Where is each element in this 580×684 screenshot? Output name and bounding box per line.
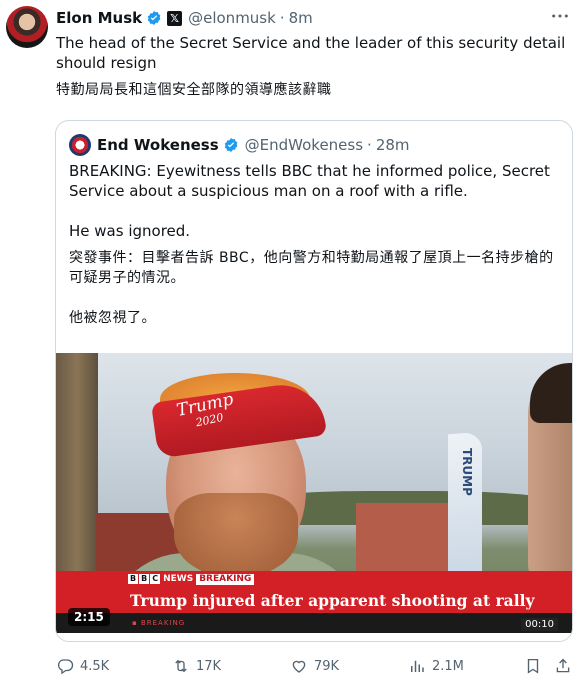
more-icon[interactable] <box>550 8 570 24</box>
verified-badge-icon <box>146 10 162 26</box>
bbc-logo-b2: B <box>139 574 150 584</box>
bookmark-button[interactable] <box>524 654 548 678</box>
like-count: 79K <box>314 658 340 674</box>
bbc-logo-c: C <box>150 574 161 584</box>
quote-text-ignored: He was ignored. <box>69 222 191 240</box>
news-tag: NEWS <box>163 574 194 584</box>
separator-dot: · <box>279 9 285 27</box>
broadcast-clock: 00:10 <box>521 618 558 631</box>
flag-text: TRUMP <box>460 448 474 496</box>
share-button[interactable] <box>554 654 578 678</box>
verified-badge-icon <box>223 137 239 153</box>
action-bar: 4.5K 17K 79K 2.1M <box>52 654 574 678</box>
tweet: Elon Musk 𝕏 @elonmusk · 8m The head of t… <box>0 0 580 684</box>
quoted-tweet[interactable]: End Wokeness @EndWokeness · 28m BREAKING… <box>55 120 573 642</box>
strip-text: ▪ BREAKING <box>132 619 186 627</box>
like-icon <box>292 660 306 673</box>
second-person-hair <box>530 363 572 423</box>
quote-time[interactable]: 28m <box>376 136 410 154</box>
video-player[interactable]: TRUMP Trump 2020 B B C NEWS BREAKING Tru… <box>56 353 572 633</box>
views-button[interactable]: 2.1M <box>408 654 464 678</box>
bookmark-icon <box>527 658 539 674</box>
reply-icon <box>57 659 74 675</box>
repost-count: 17K <box>196 658 222 674</box>
quote-author-handle[interactable]: @EndWokeness <box>245 136 363 154</box>
share-icon <box>556 658 570 673</box>
reply-button[interactable]: 4.5K <box>56 654 109 678</box>
man-beard <box>174 493 298 578</box>
tweet-header: Elon Musk 𝕏 @elonmusk · 8m <box>56 7 313 29</box>
post-time[interactable]: 8m <box>289 9 313 27</box>
quote-author-name[interactable]: End Wokeness <box>97 136 219 154</box>
views-count: 2.1M <box>432 658 464 674</box>
tweet-text-zh: 特勤局局長和這個安全部隊的領導應該辭職 <box>56 82 332 98</box>
bbc-news-label: B B C NEWS BREAKING <box>128 573 255 585</box>
repost-button[interactable]: 17K <box>172 654 221 678</box>
views-icon <box>411 660 424 672</box>
news-headline: Trump injured after apparent shooting at… <box>130 591 535 610</box>
x-affiliate-icon: 𝕏 <box>167 10 183 26</box>
bbc-logo-b1: B <box>128 574 139 584</box>
breaking-tag: BREAKING <box>196 573 255 585</box>
quote-text-zh-breaking: 突發事件：目擊者告訴 BBC，他向警方和特勤局通報了屋頂上一名持步槍的可疑男子的… <box>69 250 554 286</box>
quote-text-breaking: BREAKING: Eyewitness tells BBC that he i… <box>69 162 550 200</box>
author-name[interactable]: Elon Musk <box>56 9 142 27</box>
quote-header: End Wokeness @EndWokeness · 28m <box>69 134 410 156</box>
author-avatar[interactable] <box>6 6 48 48</box>
reply-count: 4.5K <box>80 658 110 674</box>
quote-avatar[interactable] <box>69 134 91 156</box>
like-button[interactable]: 79K <box>290 654 339 678</box>
quote-text-zh-ignored: 他被忽視了。 <box>69 310 156 326</box>
tweet-text-en: The head of the Secret Service and the l… <box>56 34 566 72</box>
video-duration: 2:15 <box>68 608 110 626</box>
repost-icon <box>175 659 187 673</box>
separator-dot: · <box>367 136 372 154</box>
author-handle[interactable]: @elonmusk <box>188 9 276 27</box>
